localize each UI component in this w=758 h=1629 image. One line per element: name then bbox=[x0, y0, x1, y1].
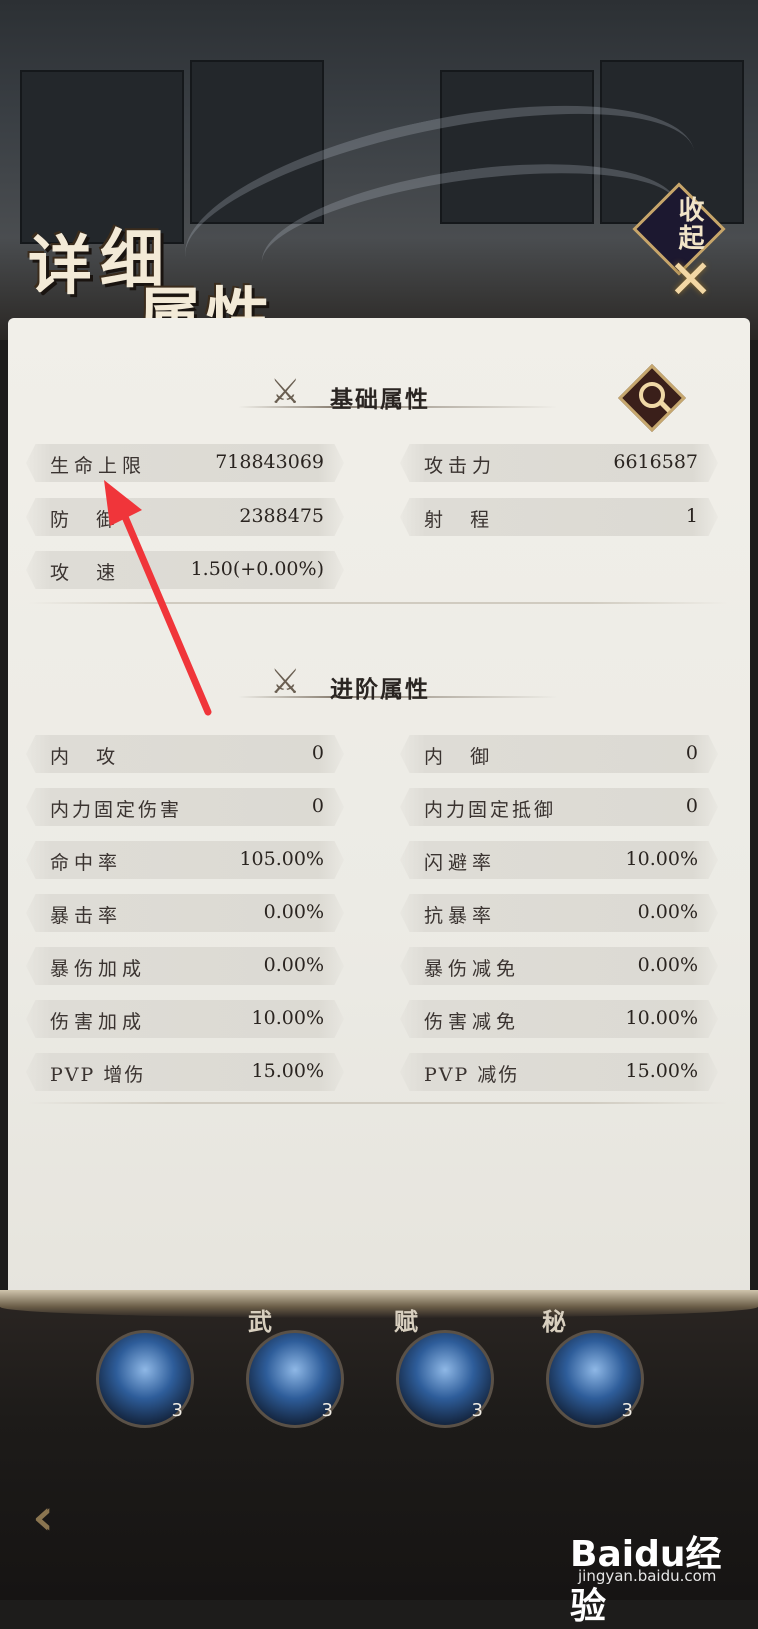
annotation-arrow-shaft bbox=[116, 501, 212, 716]
annotation-arrow-head bbox=[104, 480, 142, 526]
annotation-arrow bbox=[104, 480, 212, 716]
